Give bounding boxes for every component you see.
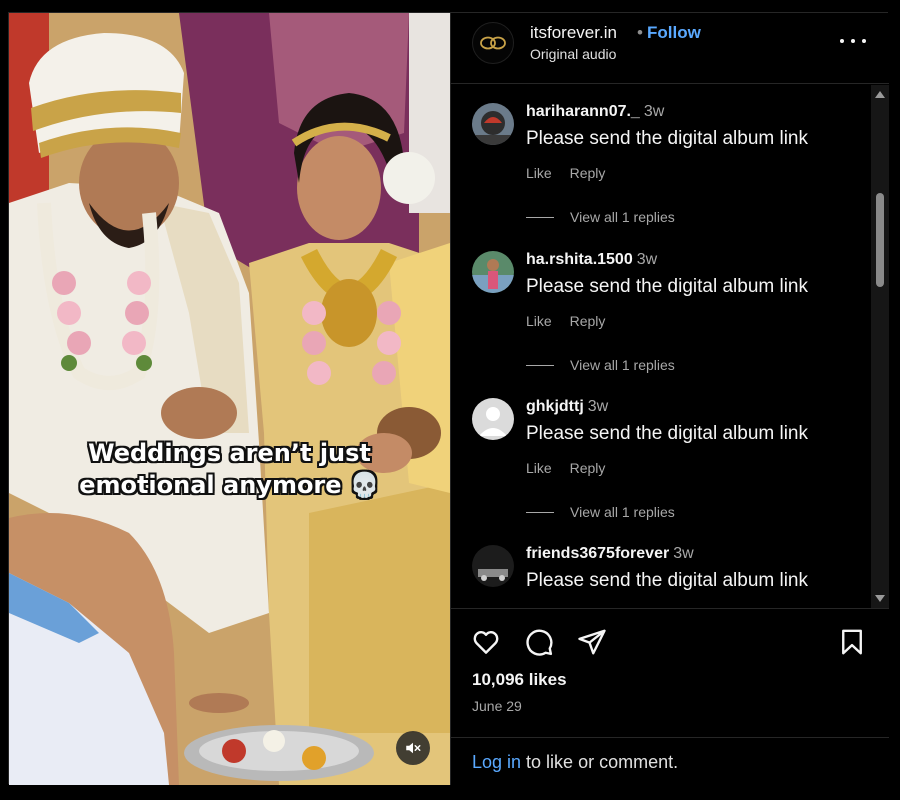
comments-scrollbar[interactable]	[871, 85, 889, 608]
more-options-icon	[862, 39, 866, 43]
comment-item: friends3675forever 3w Please send the dig…	[451, 527, 871, 608]
login-link[interactable]: Log in	[472, 752, 521, 772]
comment-time[interactable]: 3w	[673, 545, 693, 562]
video-frame-image	[9, 13, 450, 785]
comment-time[interactable]: 3w	[637, 251, 657, 268]
post-footer: 10,096 likes June 29 Log in to like or c…	[451, 608, 889, 785]
comment-button[interactable]	[522, 625, 556, 659]
avatar-image	[472, 103, 514, 145]
follow-button[interactable]: Follow	[647, 23, 701, 43]
share-button[interactable]	[575, 625, 609, 659]
comment-reply-button[interactable]: Reply	[570, 313, 606, 329]
comment-time[interactable]: 3w	[644, 103, 664, 120]
default-avatar-icon	[472, 398, 514, 440]
comment-item: ghkjdttj 3w Please send the digital album…	[451, 380, 871, 528]
likes-count[interactable]: 10,096 likes	[472, 670, 567, 690]
comment-username[interactable]: ha.rshita.1500 3w	[526, 251, 657, 269]
scrollbar-thumb[interactable]	[876, 193, 884, 287]
comment-actions: Like Reply	[526, 460, 619, 476]
bookmark-icon	[842, 629, 862, 655]
comment-like-button[interactable]: Like	[526, 165, 552, 181]
replies-divider	[526, 364, 554, 366]
heart-icon	[473, 631, 499, 654]
comment-username-text[interactable]: hariharann07._	[526, 103, 640, 120]
comment-like-button[interactable]: Like	[526, 313, 552, 329]
comment-username-text[interactable]: ghkjdttj	[526, 398, 584, 415]
view-replies-label[interactable]: View all 1 replies	[570, 209, 675, 225]
comment-item: hariharann07._ 3w Please send the digital…	[451, 85, 871, 233]
commenter-avatar[interactable]	[472, 103, 514, 145]
more-options-icon	[851, 39, 855, 43]
login-prompt: Log in to like or comment.	[451, 737, 889, 786]
comment-username-text[interactable]: ha.rshita.1500	[526, 251, 633, 268]
more-options-icon	[840, 39, 844, 43]
comment-text: Please send the digital album link	[526, 423, 809, 444]
post-date[interactable]: June 29	[472, 698, 522, 714]
view-replies-label[interactable]: View all 1 replies	[570, 357, 675, 373]
comment-reply-button[interactable]: Reply	[570, 460, 606, 476]
separator-dot: •	[637, 23, 643, 42]
speaker-muted-icon	[406, 742, 421, 754]
comment-username[interactable]: friends3675forever 3w	[526, 545, 694, 563]
view-replies-button[interactable]: View all 1 replies	[526, 357, 675, 373]
replies-divider	[526, 511, 554, 513]
view-replies-button[interactable]: View all 1 replies	[526, 209, 675, 225]
replies-divider	[526, 216, 554, 218]
avatar-image	[472, 545, 514, 587]
caption-line: Weddings aren’t just	[88, 439, 371, 467]
comment-text: Please send the digital album link	[526, 570, 809, 591]
post-header: itsforever.in • Follow Original audio	[451, 13, 889, 84]
comment-like-button[interactable]: Like	[526, 460, 552, 476]
video-player[interactable]: Weddings aren’t just emotional anymore 💀	[9, 13, 450, 785]
post-dialog: Weddings aren’t just emotional anymore 💀…	[8, 12, 889, 785]
commenter-avatar[interactable]	[472, 251, 514, 293]
account-username[interactable]: itsforever.in	[530, 23, 617, 43]
more-options-button[interactable]	[840, 31, 866, 51]
video-caption: Weddings aren’t just emotional anymore 💀	[9, 437, 450, 501]
scroll-up-arrow-icon[interactable]	[875, 91, 885, 98]
comment-item: ha.rshita.1500 3w Please send the digital…	[451, 233, 871, 381]
comments-list[interactable]: hariharann07._ 3w Please send the digital…	[451, 85, 871, 608]
audio-label[interactable]: Original audio	[530, 46, 616, 62]
comment-username-text[interactable]: friends3675forever	[526, 545, 669, 562]
comment-actions: Like Reply	[526, 313, 619, 329]
comment-icon	[526, 629, 553, 656]
view-replies-label[interactable]: View all 1 replies	[570, 504, 675, 520]
comment-text: Please send the digital album link	[526, 276, 809, 297]
comment-username[interactable]: hariharann07._ 3w	[526, 103, 664, 121]
like-button[interactable]	[469, 625, 503, 659]
comment-time[interactable]: 3w	[588, 398, 608, 415]
comment-text: Please send the digital album link	[526, 128, 809, 149]
commenter-avatar[interactable]	[472, 398, 514, 440]
brand-logo-icon	[480, 36, 506, 50]
comment-reply-button[interactable]: Reply	[570, 165, 606, 181]
mute-button[interactable]	[396, 731, 430, 765]
comment-username[interactable]: ghkjdttj 3w	[526, 398, 608, 416]
account-avatar[interactable]	[472, 22, 514, 64]
login-prompt-text: to like or comment.	[521, 752, 679, 772]
avatar-image	[472, 251, 514, 293]
share-icon	[578, 629, 606, 655]
comment-actions: Like Reply	[526, 165, 619, 181]
view-replies-button[interactable]: View all 1 replies	[526, 504, 675, 520]
caption-line: emotional anymore 💀	[79, 471, 380, 499]
save-button[interactable]	[835, 625, 869, 659]
scroll-down-arrow-icon[interactable]	[875, 595, 885, 602]
post-side-panel: itsforever.in • Follow Original audio ha…	[450, 13, 889, 785]
commenter-avatar[interactable]	[472, 545, 514, 587]
